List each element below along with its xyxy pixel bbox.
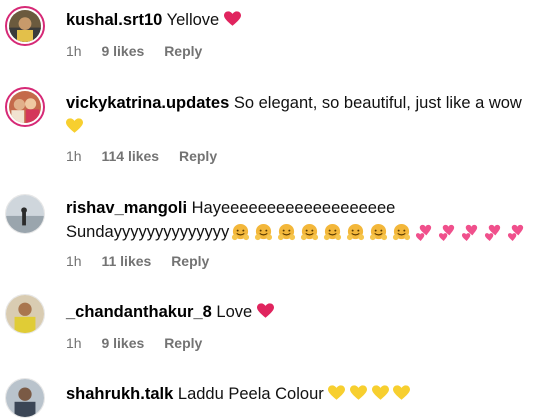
red-heart-icon — [256, 303, 274, 318]
avatar[interactable] — [5, 87, 45, 127]
yellow-heart-icon — [66, 118, 83, 133]
comment-item: kushal.srt10 Yellove 1h 9 likes Reply — [0, 0, 551, 80]
reply-button[interactable]: Reply — [179, 148, 217, 164]
reply-button[interactable]: Reply — [171, 253, 209, 269]
comment-text: vickykatrina.updates So elegant, so beau… — [66, 91, 543, 139]
yellow-heart-icon — [349, 385, 367, 400]
hugging-face-icon — [232, 224, 250, 241]
username[interactable]: vickykatrina.updates — [66, 94, 229, 112]
avatar[interactable] — [5, 6, 45, 46]
username[interactable]: shahrukh.talk — [66, 385, 173, 403]
hugging-face-icon — [370, 224, 388, 241]
comment-text: shahrukh.talk Laddu Peela Colour — [66, 382, 543, 406]
comment-item: rishav_mangoli Hayeeeeeeeeeeeeeeeeeee Su… — [0, 190, 551, 280]
avatar[interactable] — [5, 378, 45, 418]
hugging-face-icon — [324, 224, 342, 241]
comment-text: _chandanthakur_8 Love — [66, 300, 543, 324]
comment-item: _chandanthakur_8 Love 1h 9 likes Reply — [0, 290, 551, 365]
hugging-face-icon — [347, 224, 365, 241]
comment-meta: 1h 9 likes Reply — [66, 42, 218, 60]
username[interactable]: _chandanthakur_8 — [66, 303, 212, 321]
emoji-row — [229, 223, 528, 242]
yellow-heart-icon — [371, 385, 389, 400]
two-hearts-icon — [508, 225, 524, 242]
comment-body: Yellove — [166, 11, 220, 29]
comment-item: vickykatrina.updates So elegant, so beau… — [0, 85, 551, 180]
comment-body: Hayeeeeeeeeeeeeeeeeeee — [191, 199, 396, 217]
comment-body: Love — [216, 303, 253, 321]
hugging-face-icon — [255, 224, 273, 241]
comment-time: 1h — [66, 253, 82, 269]
comment-meta: 1h 11 likes Reply — [66, 252, 225, 270]
likes-count[interactable]: 114 likes — [101, 148, 159, 164]
two-hearts-icon — [416, 225, 432, 242]
hugging-face-icon — [301, 224, 319, 241]
two-hearts-icon — [462, 225, 478, 242]
avatar[interactable] — [5, 294, 45, 334]
likes-count[interactable]: 9 likes — [101, 335, 144, 351]
hugging-face-icon — [393, 224, 411, 241]
comment-item: shahrukh.talk Laddu Peela Colour — [0, 374, 551, 418]
comment-meta: 1h 114 likes Reply — [66, 147, 233, 165]
comment-body: So elegant, so beautiful, just like a wo… — [233, 94, 522, 112]
comment-time: 1h — [66, 148, 82, 164]
yellow-heart-icon — [328, 385, 346, 400]
reply-button[interactable]: Reply — [164, 335, 202, 351]
avatar[interactable] — [5, 194, 45, 234]
likes-count[interactable]: 9 likes — [101, 43, 144, 59]
comment-text: rishav_mangoli Hayeeeeeeeeeeeeeeeeeee Su… — [66, 196, 543, 244]
comment-time: 1h — [66, 43, 82, 59]
reply-button[interactable]: Reply — [164, 43, 202, 59]
comment-body: Laddu Peela Colour — [177, 385, 324, 403]
comment-meta: 1h 9 likes Reply — [66, 334, 218, 352]
comment-body-continued: Sundayyyyyyyyyyyyyy — [66, 223, 230, 241]
username[interactable]: rishav_mangoli — [66, 199, 187, 217]
two-hearts-icon — [485, 225, 501, 242]
two-hearts-icon — [439, 225, 455, 242]
username[interactable]: kushal.srt10 — [66, 11, 162, 29]
likes-count[interactable]: 11 likes — [101, 253, 151, 269]
yellow-heart-icon — [393, 385, 411, 400]
comment-time: 1h — [66, 335, 82, 351]
red-heart-icon — [223, 11, 241, 26]
hugging-face-icon — [278, 224, 296, 241]
comment-text: kushal.srt10 Yellove — [66, 8, 543, 32]
